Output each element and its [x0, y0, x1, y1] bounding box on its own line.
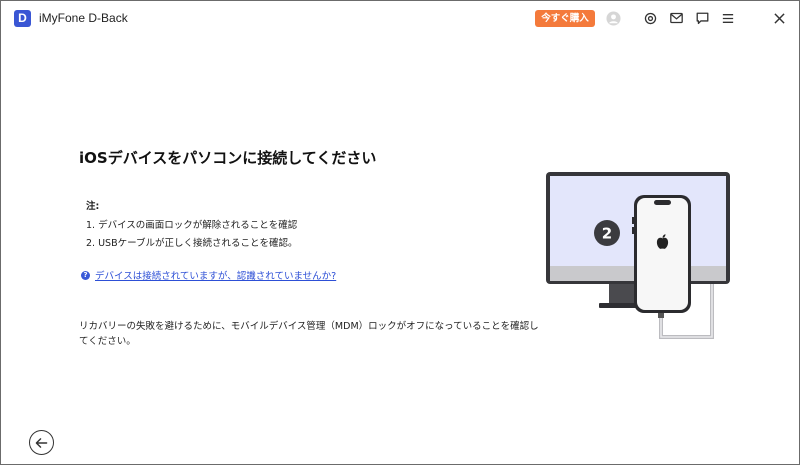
- device-not-recognized-link[interactable]: デバイスは接続されていますが、認識されていませんか?: [95, 268, 336, 282]
- app-logo: D: [14, 10, 31, 27]
- app-window: D iMyFone D-Back 今すぐ購入 iOSデバイスをパソコンに接続して…: [0, 0, 800, 465]
- note-label: 注:: [86, 201, 100, 212]
- settings-icon[interactable]: [641, 9, 659, 27]
- menu-icon[interactable]: [719, 9, 737, 27]
- device-not-recognized-help[interactable]: ? デバイスは接続されていますが、認識されていませんか?: [81, 268, 336, 282]
- step-number: 2: [602, 225, 612, 243]
- close-icon[interactable]: [770, 9, 788, 27]
- connect-device-illustration: 2: [541, 167, 741, 347]
- note-item: 1. デバイスの画面ロックが解除されることを確認: [86, 220, 298, 231]
- page-title: iOSデバイスをパソコンに接続してください: [79, 149, 377, 167]
- note-item: 2. USBケーブルが正しく接続されることを確認。: [86, 238, 298, 249]
- user-avatar-icon[interactable]: [604, 9, 622, 27]
- mdm-instruction-text: リカバリーの失敗を避けるために、モバイルデバイス管理（MDM）ロックがオフになっ…: [79, 321, 539, 347]
- title-bar: D iMyFone D-Back 今すぐ購入: [1, 1, 800, 37]
- back-button[interactable]: [29, 430, 54, 455]
- iphone-notch: [654, 200, 671, 205]
- iphone-screen: [637, 198, 688, 310]
- question-icon: ?: [81, 270, 90, 280]
- app-title: iMyFone D-Back: [39, 11, 128, 25]
- back-arrow-icon: [35, 437, 48, 448]
- buy-now-button[interactable]: 今すぐ購入: [535, 10, 595, 27]
- mail-icon[interactable]: [667, 9, 685, 27]
- chat-icon[interactable]: [693, 9, 711, 27]
